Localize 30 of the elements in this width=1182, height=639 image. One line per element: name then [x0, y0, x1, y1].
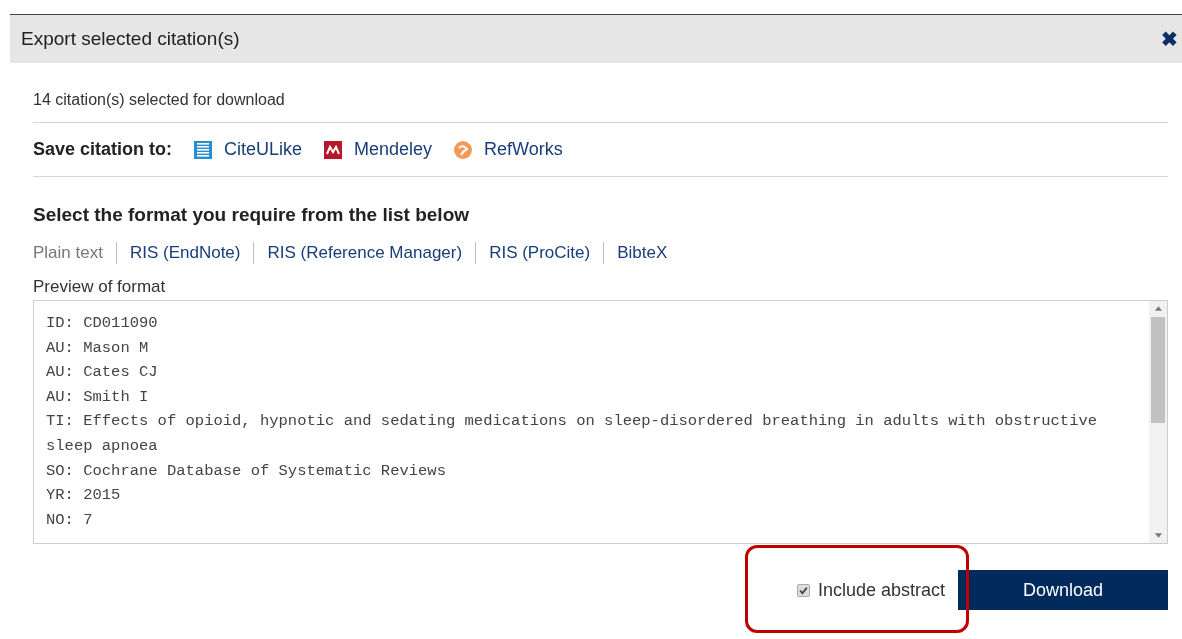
scrollbar[interactable] [1149, 301, 1167, 543]
preview-line: SO: Cochrane Database of Systematic Reviews [46, 460, 447, 482]
include-abstract-checkbox[interactable]: Include abstract [796, 579, 945, 601]
list-icon [194, 140, 213, 159]
scroll-down-icon[interactable] [1153, 533, 1163, 539]
close-button[interactable]: ✖ [1161, 27, 1178, 51]
preview-line: ID: CD011090 [46, 313, 159, 334]
format-heading: Select the format you require from the list below [33, 204, 471, 226]
scroll-up-icon[interactable] [1153, 305, 1163, 311]
format-tab[interactable]: BibteX [617, 243, 668, 263]
service-link[interactable]: Mendeley [354, 139, 433, 160]
preview-line: TI: Effects of opioid, hypnotic and sedating medications on sleep-disordered breathing in adults with obstructive sleep apnoea [46, 411, 1099, 457]
preview-line: NO: 7 [46, 509, 94, 531]
preview-line: AU: Smith I [46, 386, 150, 408]
format-tab[interactable]: Plain text [33, 243, 103, 263]
format-tab[interactable]: RIS (EndNote) [129, 243, 241, 263]
preview-label: Preview of format [33, 277, 167, 297]
format-tab[interactable]: RIS (Reference Manager) [267, 243, 463, 263]
preview-line: AU: Cates CJ [46, 362, 159, 384]
dialog-title: Export selected citation(s) [21, 28, 240, 50]
preview-text-area[interactable] [33, 300, 1168, 544]
preview-line: AU: Mason M [46, 337, 150, 359]
save-citation-label: Save citation to: [33, 139, 173, 160]
service-link[interactable]: CiteULike [224, 139, 303, 160]
preview-line: YR: 2015 [46, 485, 122, 507]
format-tab[interactable]: RIS (ProCite) [489, 243, 591, 263]
service-link[interactable]: RefWorks [484, 139, 563, 160]
scrollbar-thumb[interactable] [1151, 317, 1165, 423]
selection-count: 14 citation(s) selected for download [33, 63, 1168, 123]
download-button[interactable]: Download [958, 570, 1168, 610]
